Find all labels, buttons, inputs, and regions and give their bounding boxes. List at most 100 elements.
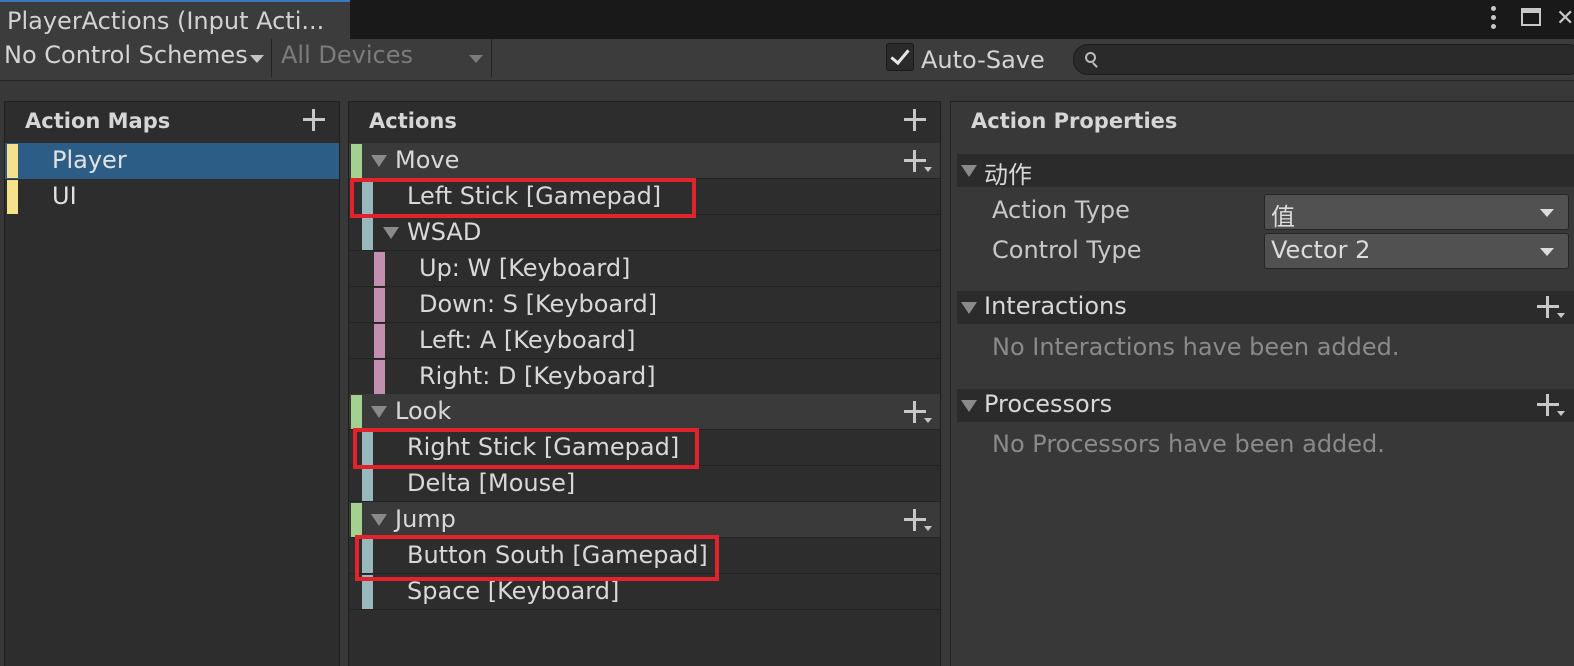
action-properties-panel: Action Properties 动作 Action Type 值 Contr… bbox=[950, 101, 1574, 666]
collapse-triangle-icon[interactable] bbox=[383, 227, 399, 239]
collapse-triangle-icon[interactable] bbox=[961, 400, 977, 412]
processors-section-label: Processors bbox=[984, 390, 1113, 418]
interactions-section-label: Interactions bbox=[984, 292, 1127, 320]
add-binding-icon[interactable] bbox=[904, 401, 932, 423]
action-maps-panel: Action Maps Player UI bbox=[4, 101, 340, 666]
binding-row[interactable]: Space [Keyboard] bbox=[349, 574, 940, 610]
binding-marker bbox=[362, 539, 373, 573]
interactions-empty-message: No Interactions have been added. bbox=[992, 333, 1400, 361]
close-icon[interactable]: ✕ bbox=[1556, 6, 1574, 31]
maximize-icon[interactable] bbox=[1521, 8, 1541, 26]
binding-marker bbox=[362, 431, 373, 465]
window-tab-title: PlayerActions (Input Acti... bbox=[7, 7, 325, 35]
processors-section-header[interactable]: Processors bbox=[957, 389, 1574, 422]
action-label: Move bbox=[395, 146, 460, 174]
binding-marker bbox=[362, 575, 373, 609]
add-processor-icon[interactable] bbox=[1537, 394, 1565, 416]
action-row-look[interactable]: Look bbox=[349, 394, 940, 430]
binding-label: Right Stick [Gamepad] bbox=[407, 433, 680, 461]
control-type-label: Control Type bbox=[992, 236, 1142, 264]
action-type-value: 值 bbox=[1271, 203, 1295, 231]
composite-row[interactable]: WSAD bbox=[349, 215, 940, 251]
actions-header: Actions bbox=[349, 102, 940, 142]
action-section-label: 动作 bbox=[984, 161, 1032, 189]
part-marker bbox=[374, 252, 385, 286]
action-properties-title: Action Properties bbox=[971, 109, 1178, 133]
binding-marker bbox=[362, 180, 373, 214]
add-action-icon[interactable] bbox=[904, 109, 926, 131]
action-maps-title: Action Maps bbox=[25, 109, 171, 133]
binding-row[interactable]: Left Stick [Gamepad] bbox=[349, 179, 940, 215]
control-type-dropdown[interactable]: Vector 2 bbox=[1264, 233, 1569, 269]
autosave-checkbox[interactable] bbox=[886, 43, 914, 71]
action-marker bbox=[351, 395, 362, 429]
binding-row[interactable]: Button South [Gamepad] bbox=[349, 538, 940, 574]
control-schemes-label: No Control Schemes bbox=[4, 41, 248, 69]
binding-label: Left Stick [Gamepad] bbox=[407, 182, 662, 210]
control-type-value: Vector 2 bbox=[1271, 236, 1371, 264]
composite-part-row[interactable]: Up: W [Keyboard] bbox=[349, 251, 940, 287]
composite-part-row[interactable]: Left: A [Keyboard] bbox=[349, 323, 940, 359]
part-label: Up: W [Keyboard] bbox=[419, 254, 631, 282]
autosave-label[interactable]: Auto-Save bbox=[921, 46, 1045, 74]
action-properties-header: Action Properties bbox=[951, 102, 1574, 142]
action-label: Jump bbox=[395, 505, 456, 533]
binding-row[interactable]: Delta [Mouse] bbox=[349, 466, 940, 502]
composite-part-row[interactable]: Right: D [Keyboard] bbox=[349, 359, 940, 395]
chevron-down-icon bbox=[469, 55, 483, 63]
more-menu-icon[interactable] bbox=[1484, 6, 1502, 32]
binding-label: Space [Keyboard] bbox=[407, 577, 620, 605]
action-type-label: Action Type bbox=[992, 196, 1130, 224]
composite-marker bbox=[362, 216, 373, 250]
add-binding-icon[interactable] bbox=[904, 509, 932, 531]
binding-marker bbox=[362, 467, 373, 501]
part-marker bbox=[374, 360, 385, 394]
processors-empty-message: No Processors have been added. bbox=[992, 430, 1385, 458]
add-binding-icon[interactable] bbox=[904, 150, 932, 172]
binding-label: Delta [Mouse] bbox=[407, 469, 576, 497]
action-row-jump[interactable]: Jump bbox=[349, 502, 940, 538]
part-marker bbox=[374, 324, 385, 358]
search-input[interactable] bbox=[1104, 47, 1564, 72]
part-label: Right: D [Keyboard] bbox=[419, 362, 656, 390]
action-maps-header: Action Maps bbox=[5, 102, 339, 142]
window-tab-bar: PlayerActions (Input Acti... ✕ bbox=[0, 0, 1574, 39]
action-map-marker bbox=[7, 180, 18, 214]
action-type-dropdown[interactable]: 值 bbox=[1264, 194, 1569, 231]
action-map-item[interactable]: UI bbox=[5, 179, 339, 215]
add-action-map-icon[interactable] bbox=[303, 109, 325, 131]
action-label: Look bbox=[395, 397, 452, 425]
add-interaction-icon[interactable] bbox=[1537, 296, 1565, 318]
part-marker bbox=[374, 288, 385, 322]
devices-dropdown[interactable]: All Devices bbox=[275, 39, 492, 77]
toolbar: No Control Schemes All Devices Auto-Save bbox=[0, 39, 1574, 81]
devices-label: All Devices bbox=[281, 41, 413, 69]
collapse-triangle-icon[interactable] bbox=[371, 406, 387, 418]
interactions-section-header[interactable]: Interactions bbox=[957, 291, 1574, 324]
action-map-item[interactable]: Player bbox=[5, 143, 339, 179]
part-label: Left: A [Keyboard] bbox=[419, 326, 636, 354]
window-tab[interactable]: PlayerActions (Input Acti... bbox=[0, 0, 350, 39]
control-schemes-dropdown[interactable]: No Control Schemes bbox=[0, 39, 272, 77]
actions-panel: Actions Move Left Stick [Gamepad] WSAD U… bbox=[348, 101, 941, 666]
action-row-move[interactable]: Move bbox=[349, 143, 940, 179]
chevron-down-icon bbox=[250, 55, 264, 63]
chevron-down-icon bbox=[1540, 248, 1554, 256]
composite-label: WSAD bbox=[407, 218, 482, 246]
action-map-label: UI bbox=[52, 182, 77, 210]
collapse-triangle-icon[interactable] bbox=[371, 514, 387, 526]
action-section-header[interactable]: 动作 bbox=[957, 154, 1574, 189]
collapse-triangle-icon[interactable] bbox=[961, 302, 977, 314]
chevron-down-icon bbox=[1540, 209, 1554, 217]
collapse-triangle-icon[interactable] bbox=[371, 155, 387, 167]
part-label: Down: S [Keyboard] bbox=[419, 290, 658, 318]
search-icon bbox=[1085, 52, 1096, 63]
binding-label: Button South [Gamepad] bbox=[407, 541, 708, 569]
collapse-triangle-icon[interactable] bbox=[961, 165, 977, 177]
search-field[interactable] bbox=[1073, 44, 1574, 75]
binding-row[interactable]: Right Stick [Gamepad] bbox=[349, 430, 940, 466]
actions-title: Actions bbox=[369, 109, 457, 133]
composite-part-row[interactable]: Down: S [Keyboard] bbox=[349, 287, 940, 323]
action-map-label: Player bbox=[52, 146, 127, 174]
action-marker bbox=[351, 503, 362, 537]
